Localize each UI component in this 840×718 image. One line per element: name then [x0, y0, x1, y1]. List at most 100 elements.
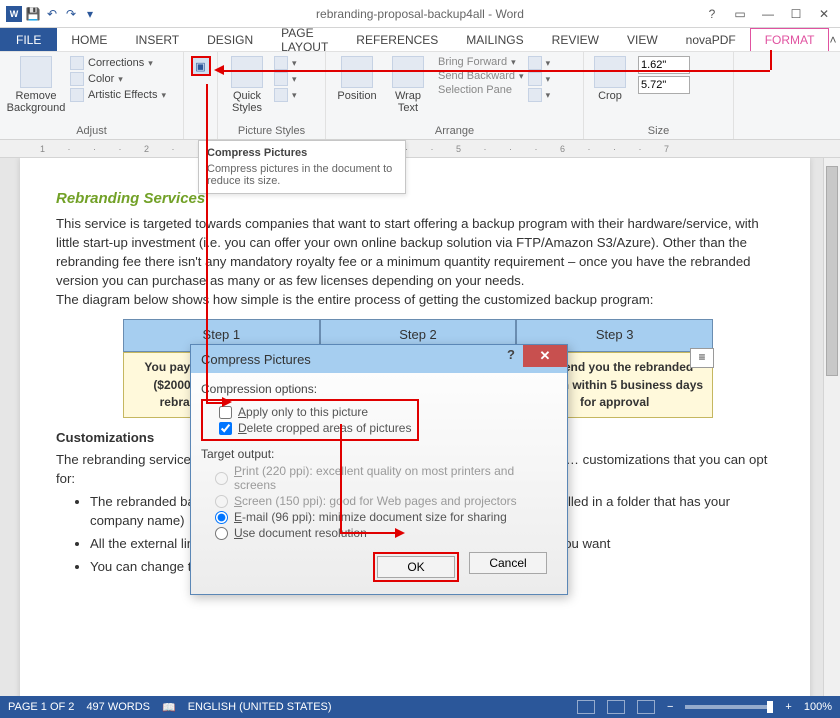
word-app-icon: W: [6, 6, 22, 22]
corrections-button[interactable]: Corrections▾: [70, 56, 166, 70]
zoom-slider[interactable]: [685, 705, 773, 709]
layout-options-icon: ≡: [698, 349, 705, 366]
zoom-level[interactable]: 100%: [804, 701, 832, 713]
vertical-scrollbar[interactable]: [823, 158, 840, 698]
position-button[interactable]: Position: [332, 56, 382, 102]
wrap-text-icon: [392, 56, 424, 88]
qat-dropdown-icon[interactable]: ▾: [82, 6, 98, 22]
tab-novapdf[interactable]: novaPDF: [672, 28, 750, 51]
group-adjust: Remove Background Corrections▾ Color▾ Ar…: [0, 52, 184, 139]
remove-background-button[interactable]: Remove Background: [6, 56, 66, 114]
minimize-icon[interactable]: —: [758, 7, 778, 21]
bring-forward-label: Bring Forward: [438, 56, 507, 68]
tooltip-body: Compress pictures in the document to red…: [207, 163, 397, 187]
annotation-arrow: [340, 532, 400, 534]
group-size: Crop Size: [584, 52, 734, 139]
tab-page-layout[interactable]: PAGE LAYOUT: [267, 28, 342, 51]
tab-design[interactable]: DESIGN: [193, 28, 267, 51]
delete-cropped-checkbox[interactable]: Delete cropped areas of pictures: [219, 421, 411, 435]
color-button[interactable]: Color▾: [70, 72, 166, 86]
crop-label: Crop: [598, 90, 622, 102]
dialog-title: Compress Pictures: [201, 352, 311, 367]
tab-format[interactable]: FORMAT: [750, 28, 830, 51]
remove-background-icon: [20, 56, 52, 88]
position-icon: [341, 56, 373, 88]
proofing-icon[interactable]: 📖: [162, 701, 176, 714]
picture-layout-icon[interactable]: [274, 88, 288, 102]
compress-pictures-icon: ▣: [195, 60, 205, 73]
group-picture-styles: Quick Styles ▾ ▾ ▾ Picture Styles: [218, 52, 326, 139]
cancel-button[interactable]: Cancel: [469, 552, 547, 574]
tab-insert[interactable]: INSERT: [121, 28, 193, 51]
title-bar: W 💾 ↶ ↷ ▾ rebranding-proposal-backup4all…: [0, 0, 840, 28]
horizontal-ruler[interactable]: 1 · · · 2 · · · 3 · · · 4 · · · 5 · · · …: [0, 140, 840, 158]
group-icon[interactable]: [528, 72, 542, 86]
scrollbar-thumb[interactable]: [826, 166, 838, 376]
target-email-radio[interactable]: E-mail (96 ppi): minimize document size …: [215, 510, 557, 524]
target-print-radio: Print (220 ppi): excellent quality on mo…: [215, 464, 557, 492]
ok-button[interactable]: OK: [377, 556, 455, 578]
ribbon-options-icon[interactable]: ▭: [730, 7, 750, 21]
artistic-effects-label: Artistic Effects: [88, 89, 157, 101]
paragraph-intro: This service is targeted towards compani…: [56, 214, 780, 291]
status-words[interactable]: 497 WORDS: [86, 701, 150, 713]
dialog-help-icon[interactable]: ?: [507, 347, 515, 362]
annotation-arrow: [340, 424, 342, 532]
zoom-in-icon[interactable]: +: [785, 701, 791, 713]
redo-icon[interactable]: ↷: [63, 6, 79, 22]
dialog-titlebar[interactable]: Compress Pictures ? ✕: [191, 345, 567, 373]
tab-mailings[interactable]: MAILINGS: [452, 28, 537, 51]
print-layout-icon[interactable]: [607, 700, 625, 714]
heading-rebranding-services: Rebranding Services: [56, 188, 780, 210]
web-layout-icon[interactable]: [637, 700, 655, 714]
annotation-arrow: [770, 50, 772, 70]
rotate-icon[interactable]: [528, 88, 542, 102]
maximize-icon[interactable]: ☐: [786, 7, 806, 21]
adjust-extra-column: ▣: [184, 52, 218, 139]
annotation-arrow: [222, 70, 770, 72]
ribbon-tabs: FILE HOME INSERT DESIGN PAGE LAYOUT REFE…: [0, 28, 840, 52]
crop-button[interactable]: Crop: [590, 56, 630, 102]
picture-effects-icon[interactable]: [274, 72, 288, 86]
tab-review[interactable]: REVIEW: [538, 28, 613, 51]
picture-border-icon[interactable]: [274, 56, 288, 70]
status-bar: PAGE 1 OF 2 497 WORDS 📖 ENGLISH (UNITED …: [0, 696, 840, 718]
collapse-ribbon-icon[interactable]: ˄: [829, 33, 840, 47]
wrap-text-button[interactable]: Wrap Text: [386, 56, 430, 114]
quick-styles-button[interactable]: Quick Styles: [224, 56, 270, 114]
zoom-out-icon[interactable]: −: [667, 701, 673, 713]
align-icon[interactable]: [528, 56, 542, 70]
tab-view[interactable]: VIEW: [613, 28, 672, 51]
quick-styles-label: Quick Styles: [224, 90, 270, 114]
layout-options-button[interactable]: ≡: [690, 348, 714, 368]
dialog-close-button[interactable]: ✕: [523, 345, 567, 367]
target-screen-radio: Screen (150 ppi): good for Web pages and…: [215, 494, 557, 508]
color-label: Color: [88, 73, 114, 85]
crop-icon: [594, 56, 626, 88]
tab-home[interactable]: HOME: [57, 28, 121, 51]
group-arrange-label: Arrange: [332, 123, 577, 137]
save-icon[interactable]: 💾: [25, 6, 41, 22]
tooltip-title: Compress Pictures: [207, 147, 397, 159]
bring-forward-button[interactable]: Bring Forward▾: [434, 56, 524, 68]
corrections-icon: [70, 56, 84, 70]
help-icon[interactable]: ?: [702, 7, 722, 21]
status-language[interactable]: ENGLISH (UNITED STATES): [188, 701, 332, 713]
compress-pictures-button[interactable]: ▣: [191, 56, 211, 76]
selection-pane-button[interactable]: Selection Pane: [434, 84, 524, 96]
target-output-label: Target output:: [201, 447, 557, 461]
annotation-arrowhead: [395, 528, 405, 538]
width-input[interactable]: [638, 76, 690, 94]
apply-only-checkbox[interactable]: AApply only to this picturepply only to …: [219, 405, 411, 419]
read-mode-icon[interactable]: [577, 700, 595, 714]
group-arrange: Position Wrap Text Bring Forward▾ Send B…: [326, 52, 584, 139]
tab-references[interactable]: REFERENCES: [342, 28, 452, 51]
tab-file[interactable]: FILE: [0, 28, 57, 51]
close-icon[interactable]: ✕: [814, 7, 834, 21]
remove-background-label: Remove Background: [6, 90, 66, 114]
artistic-effects-button[interactable]: Artistic Effects▾: [70, 88, 166, 102]
undo-icon[interactable]: ↶: [44, 6, 60, 22]
window-title: rebranding-proposal-backup4all - Word: [316, 7, 524, 21]
status-page[interactable]: PAGE 1 OF 2: [8, 701, 74, 713]
compress-pictures-tooltip: Compress Pictures Compress pictures in t…: [198, 140, 406, 194]
